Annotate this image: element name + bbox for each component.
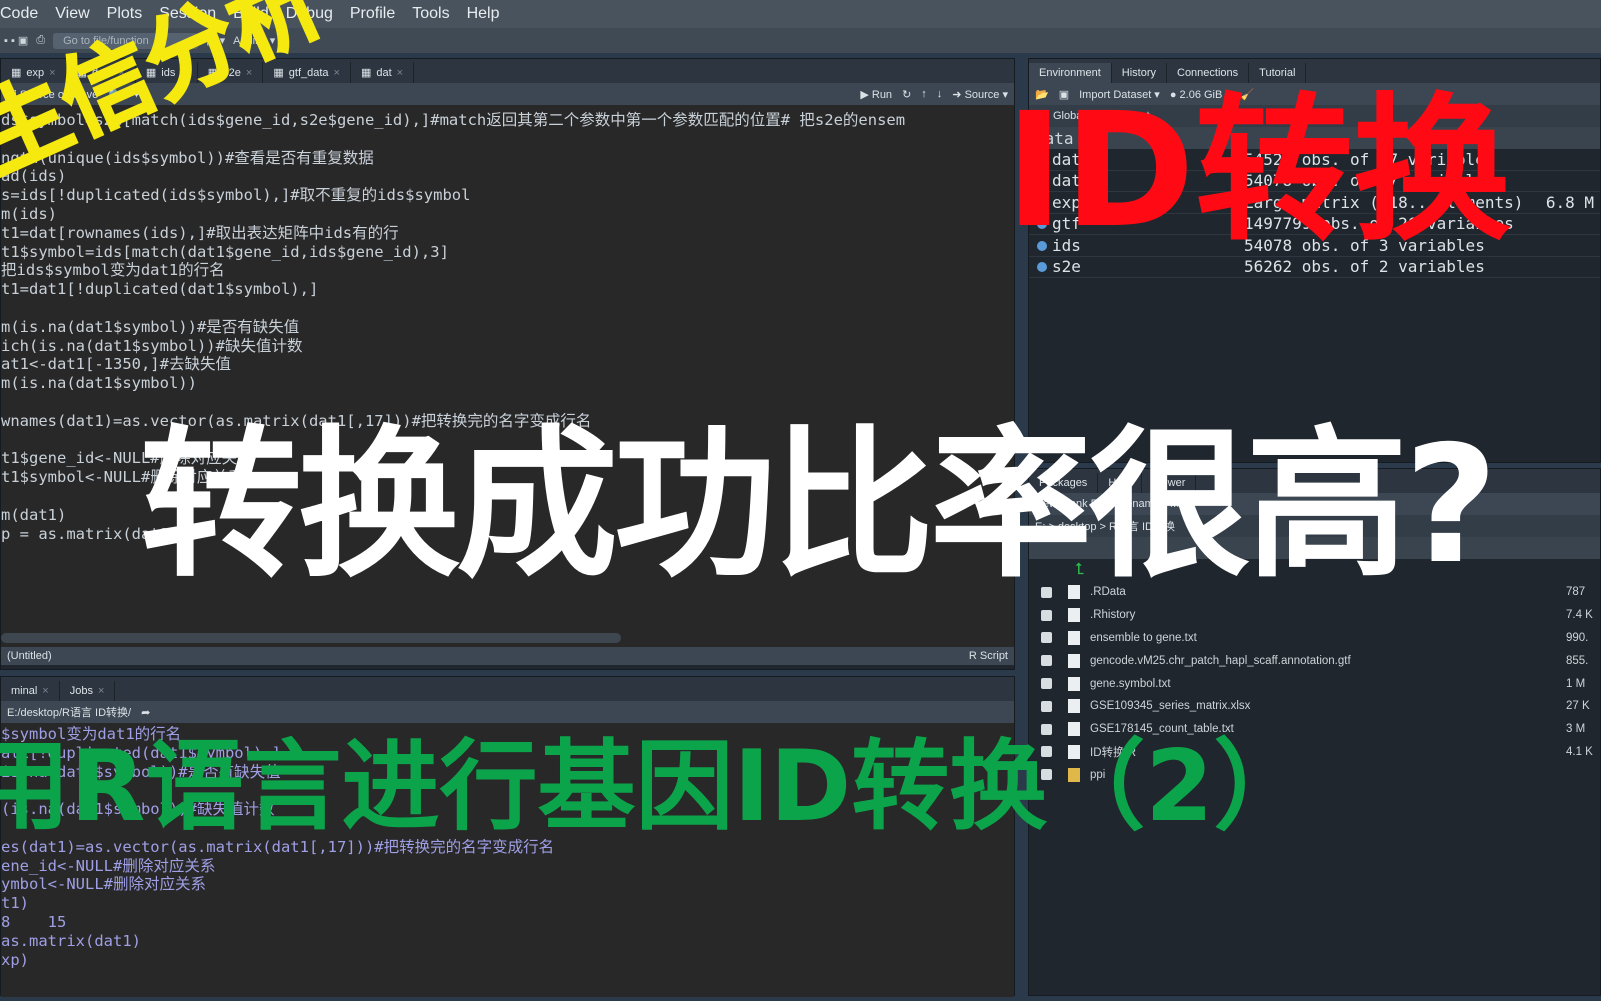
tab-label: dat bbox=[376, 66, 392, 79]
file-icon bbox=[1068, 653, 1080, 668]
expand-icon[interactable] bbox=[1037, 262, 1047, 273]
console-line: ene_id<-NULL#删除对应关系 bbox=[1, 856, 216, 875]
file-size: 3 M bbox=[1566, 723, 1586, 736]
console-line: xp) bbox=[1, 950, 29, 969]
file-row[interactable]: gene.symbol.txt 1 M bbox=[1029, 672, 1600, 695]
file-size: 27 K bbox=[1566, 700, 1590, 713]
print-icon[interactable]: ⎙ bbox=[36, 34, 45, 47]
save-icon[interactable]: ▪ ▪ ▣ bbox=[4, 34, 28, 47]
editor-status-bar: (Untitled) R Script bbox=[1, 647, 1014, 665]
up-arrow-icon[interactable]: ↑ bbox=[921, 88, 927, 100]
source-button[interactable]: ➜ Source ▾ bbox=[952, 88, 1008, 101]
code-line: t1=dat1[!duplicated(dat1$symbol),] bbox=[1, 280, 319, 299]
run-button[interactable]: ▶ Run bbox=[860, 88, 892, 101]
tab[interactable]: Jobs × bbox=[60, 681, 116, 701]
file-icon bbox=[1068, 630, 1080, 645]
console-line: as.matrix(dat1) bbox=[1, 931, 141, 950]
file-checkbox[interactable] bbox=[1041, 700, 1052, 712]
file-size: 4.1 K bbox=[1566, 745, 1593, 758]
code-line: m(ids) bbox=[1, 204, 57, 223]
tab-label: Jobs bbox=[69, 685, 93, 697]
code-line: at1<-dat1[-1350,]#去缺失值 bbox=[1, 355, 231, 374]
code-line: ich(is.na(dat1$symbol))#缺失值计数 bbox=[1, 336, 303, 355]
file-size: 855. bbox=[1566, 654, 1589, 667]
menu-item[interactable]: Profile bbox=[350, 5, 395, 23]
file-size: 787 bbox=[1566, 586, 1586, 599]
code-line: s=ids[!duplicated(ids$symbol),]#取不重复的ids… bbox=[1, 186, 471, 205]
tab-label: Tutorial bbox=[1259, 67, 1296, 79]
menu-item[interactable]: View bbox=[55, 5, 89, 23]
code-line: t1$symbol=ids[match(dat1$gene_id,ids$gen… bbox=[1, 242, 449, 261]
rerun-icon[interactable]: ↻ bbox=[902, 88, 911, 101]
file-icon bbox=[1068, 608, 1080, 623]
code-line: t1=dat[rownames(ids),]#取出表达矩阵中ids有的行 bbox=[1, 223, 399, 242]
console-path: E:/desktop/R语言 ID转换/ ➦ bbox=[1, 701, 1014, 723]
file-size: 990. bbox=[1566, 631, 1589, 644]
tab-label: History bbox=[1121, 67, 1156, 79]
code-line: ngth(unique(ids$symbol))#查看是否有重复数据 bbox=[1, 148, 374, 167]
menu-item[interactable]: Tools bbox=[412, 5, 449, 23]
close-icon[interactable]: × bbox=[334, 67, 340, 79]
console-line: 8 15 bbox=[1, 912, 67, 931]
code-line: m(is.na(dat1$symbol)) bbox=[1, 374, 197, 393]
tab[interactable]: ▦ dat × bbox=[351, 62, 415, 83]
tab-label: minal bbox=[11, 685, 38, 697]
file-icon bbox=[1068, 676, 1080, 691]
console-line: t1) bbox=[1, 894, 29, 913]
file-name[interactable]: gencode.vM25.chr_patch_hapl_scaff.annota… bbox=[1090, 655, 1566, 667]
table-icon: ▦ bbox=[360, 67, 372, 79]
file-name[interactable]: .Rhistory bbox=[1090, 609, 1566, 621]
menu-item[interactable]: Help bbox=[467, 5, 500, 23]
file-name[interactable]: ensemble to gene.txt bbox=[1090, 632, 1566, 644]
console-tabs: minal × Jobs × bbox=[1, 677, 1014, 701]
file-size: 7.4 K bbox=[1566, 609, 1593, 622]
file-row[interactable]: ensemble to gene.txt 990. bbox=[1029, 627, 1600, 650]
file-type-selector[interactable]: R Script bbox=[969, 650, 1008, 662]
file-icon bbox=[1068, 699, 1080, 714]
tab-label: gtf_data bbox=[288, 66, 329, 79]
goto-dir-icon[interactable]: ➦ bbox=[141, 706, 150, 719]
file-row[interactable]: GSE109345_series_matrix.xlsx 27 K bbox=[1029, 695, 1600, 718]
close-icon[interactable]: × bbox=[98, 685, 104, 697]
horizontal-scrollbar[interactable] bbox=[1, 633, 1014, 647]
source-label: Source bbox=[964, 88, 1000, 101]
tab[interactable]: minal × bbox=[1, 681, 60, 701]
run-label: Run bbox=[871, 88, 893, 101]
code-line: ad(ids) bbox=[1, 167, 67, 186]
close-icon[interactable]: × bbox=[42, 685, 48, 697]
file-name[interactable]: GSE109345_series_matrix.xlsx bbox=[1090, 700, 1566, 712]
env-size: 6.8 M bbox=[1545, 192, 1594, 212]
file-size: 1 M bbox=[1566, 677, 1586, 690]
file-row[interactable]: .Rhistory 7.4 K bbox=[1029, 604, 1600, 627]
file-checkbox[interactable] bbox=[1041, 655, 1052, 667]
scope-selector[interactable]: (Untitled) bbox=[7, 650, 52, 662]
file-name[interactable]: gene.symbol.txt bbox=[1090, 678, 1566, 690]
tab-label: Connections bbox=[1177, 67, 1239, 79]
file-checkbox[interactable] bbox=[1041, 678, 1052, 690]
down-arrow-icon[interactable]: ↓ bbox=[937, 88, 943, 100]
file-row[interactable]: gencode.vM25.chr_patch_hapl_scaff.annota… bbox=[1029, 649, 1600, 672]
menu-item[interactable]: Code bbox=[0, 5, 38, 23]
console-line: ymbol<-NULL#删除对应关系 bbox=[1, 875, 206, 894]
file-checkbox[interactable] bbox=[1041, 609, 1052, 621]
tab-label: Environment bbox=[1039, 67, 1101, 79]
file-checkbox[interactable] bbox=[1041, 632, 1052, 644]
close-icon[interactable]: × bbox=[397, 67, 403, 79]
code-line: 把ids$symbol变为dat1的行名 bbox=[1, 261, 225, 280]
overlay-title-white: 转换成功比率很高? bbox=[140, 412, 1498, 600]
overlay-title-green: 用R语言进行基因ID转换（2） bbox=[0, 730, 1312, 844]
working-directory: E:/desktop/R语言 ID转换/ bbox=[7, 707, 132, 719]
code-line: m(is.na(dat1$symbol))#是否有缺失值 bbox=[1, 317, 300, 336]
overlay-title-red: ID转换 bbox=[1005, 79, 1511, 263]
